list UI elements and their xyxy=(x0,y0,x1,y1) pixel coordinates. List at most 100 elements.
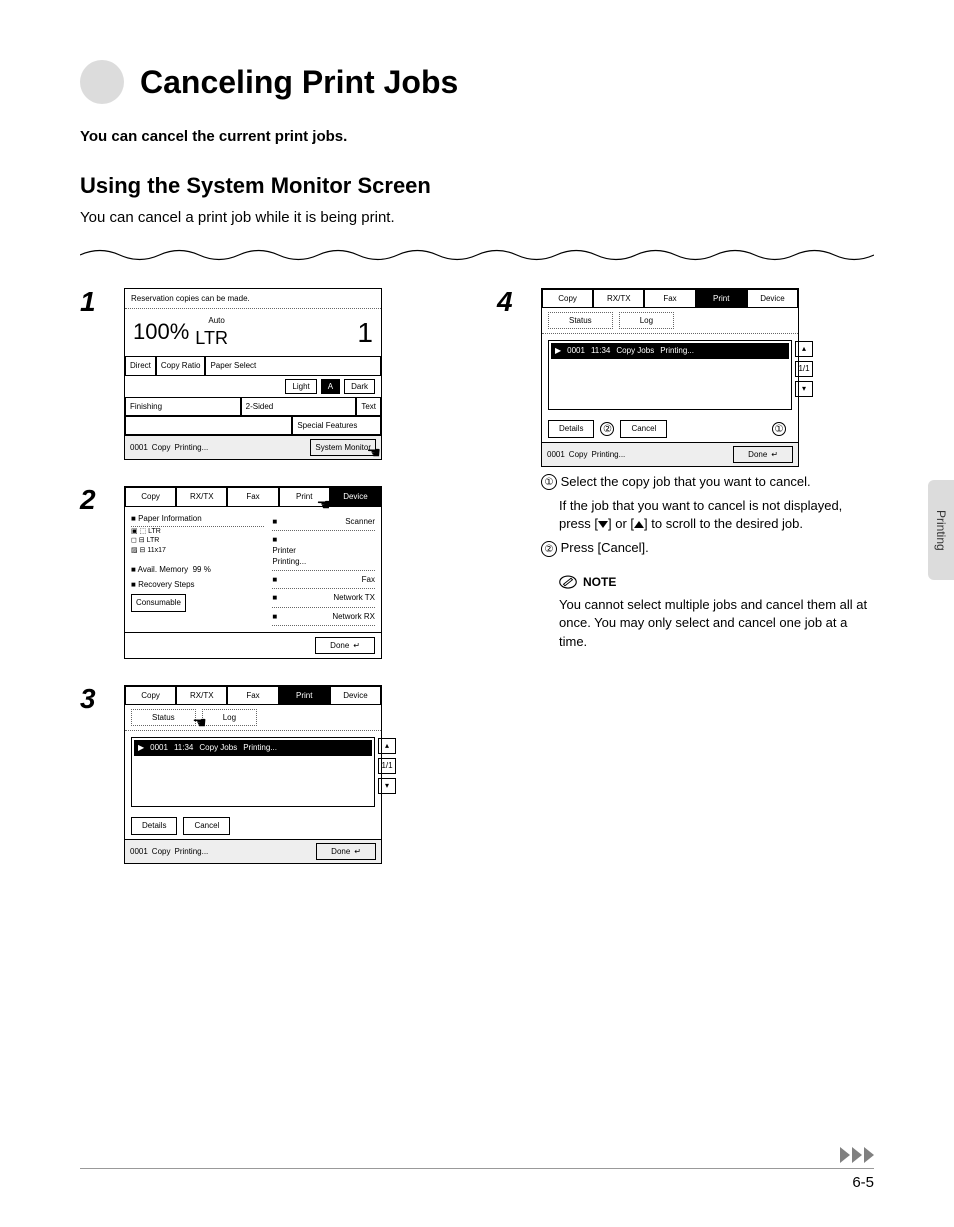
pointer-hand-icon: ☚ xyxy=(316,495,330,517)
s4-job-list: ▶ 0001 11:34 Copy Jobs Printing... ▴ 1/1… xyxy=(548,340,792,410)
s1-sysmon-label: System Monitor xyxy=(315,443,371,452)
s4-job-state: Printing... xyxy=(660,345,694,356)
s2-done-label: Done xyxy=(330,640,349,651)
s3-job-marker: ▶ xyxy=(138,742,144,753)
s3-tab-fax[interactable]: Fax xyxy=(227,686,278,705)
s3-job-row[interactable]: ▶ 0001 11:34 Copy Jobs Printing... xyxy=(134,740,372,755)
s4-tab-fax[interactable]: Fax xyxy=(644,289,695,308)
s2-paper-2: ◻ ⊟ LTR xyxy=(131,536,264,546)
note-text: You cannot select multiple jobs and canc… xyxy=(559,596,874,651)
s2-consumable-button[interactable]: Consumable xyxy=(131,594,186,611)
s3-job-time: 11:34 xyxy=(174,742,193,753)
s1-special[interactable]: Special Features xyxy=(292,416,381,435)
side-tab-printing: Printing xyxy=(928,480,954,580)
screenshot-3: Copy RX/TX Fax Print Device Status ☚ Log xyxy=(124,685,382,864)
footer-rule xyxy=(80,1168,874,1169)
s3-subtab-status[interactable]: Status ☚ xyxy=(131,709,196,726)
s4-scroll-down[interactable]: ▾ xyxy=(795,381,813,397)
step-number-1: 1 xyxy=(80,288,108,464)
s4-scroll-up[interactable]: ▴ xyxy=(795,341,813,357)
s3-page-indicator: 1/1 xyxy=(378,758,396,774)
s4-tab-device[interactable]: Device xyxy=(747,289,798,308)
s2-tab-print[interactable]: Print ☚ xyxy=(279,487,330,506)
s2-avail-pct: 99 % xyxy=(193,565,211,574)
s2-tab-device[interactable]: Device xyxy=(330,487,381,506)
s4-subtab-log[interactable]: Log xyxy=(619,312,674,329)
screenshot-1: Reservation copies can be made. 100% Aut… xyxy=(124,288,382,460)
section-heading: Using the System Monitor Screen xyxy=(80,173,874,199)
s4-tab-print[interactable]: Print xyxy=(696,289,747,308)
s2-avail-mem: Avail. Memory xyxy=(138,565,189,574)
s2-fax: Fax xyxy=(362,574,375,585)
s1-dark[interactable]: Dark xyxy=(344,379,375,394)
s4-cancel-button[interactable]: Cancel xyxy=(620,420,667,437)
s4-tab-copy[interactable]: Copy xyxy=(542,289,593,308)
s4-job-time: 11:34 xyxy=(591,345,610,356)
s1-status-mode: Copy xyxy=(152,442,171,453)
s3-tab-rxtx[interactable]: RX/TX xyxy=(176,686,227,705)
pager-triangle-icon xyxy=(840,1147,850,1163)
s1-status-num: 0001 xyxy=(130,442,148,453)
s3-subtab-status-label: Status xyxy=(152,713,175,722)
s4-done-button[interactable]: Done ↵ xyxy=(733,446,793,463)
s1-ltr: LTR xyxy=(195,326,228,351)
triangle-up-icon xyxy=(634,521,644,528)
s3-cancel-button[interactable]: Cancel xyxy=(183,817,230,834)
s2-tab-copy[interactable]: Copy xyxy=(125,487,176,506)
s3-tab-print[interactable]: Print xyxy=(279,686,330,705)
subtitle: You can cancel the current print jobs. xyxy=(80,128,874,145)
s1-copyratio[interactable]: Copy Ratio xyxy=(156,356,206,375)
s1-direct[interactable]: Direct xyxy=(125,356,156,375)
s1-finishing[interactable]: Finishing xyxy=(125,397,241,416)
page-number: 6-5 xyxy=(852,1174,874,1191)
s2-done-button[interactable]: Done ↵ xyxy=(315,637,375,654)
s1-paperselect[interactable]: Paper Select xyxy=(205,356,381,375)
screenshot-4: Copy RX/TX Fax Print Device Status Log xyxy=(541,288,799,467)
s3-status-num: 0001 xyxy=(130,846,148,857)
step-number-3: 3 xyxy=(80,685,108,868)
s4-subtab-status[interactable]: Status xyxy=(548,312,613,329)
callout-1-marker: ① xyxy=(772,422,786,436)
s3-details-button[interactable]: Details xyxy=(131,817,177,834)
s4-status-mode: Copy xyxy=(569,449,588,460)
s4-tab-rxtx[interactable]: RX/TX xyxy=(593,289,644,308)
screenshot-2: Copy RX/TX Fax Print ☚ Device ■ Paper I xyxy=(124,486,382,659)
s3-done-button[interactable]: Done ↵ xyxy=(316,843,376,860)
s1-topbar: Reservation copies can be made. xyxy=(125,289,381,309)
pager-triangle-icon xyxy=(864,1147,874,1163)
s1-2sided[interactable]: 2-Sided xyxy=(241,397,357,416)
s2-printer: Printer xyxy=(272,545,375,556)
s4-details-button[interactable]: Details xyxy=(548,420,594,437)
s2-tab-rxtx[interactable]: RX/TX xyxy=(176,487,227,506)
s3-scroll-up[interactable]: ▴ xyxy=(378,738,396,754)
s1-count: 1 xyxy=(357,313,373,352)
s1-auto: Auto xyxy=(208,315,224,326)
callout-1b-c: ] to scroll to the desired job. xyxy=(644,516,803,531)
s3-job-id: 0001 xyxy=(150,742,168,753)
s2-printer-state: Printing... xyxy=(272,556,375,567)
s3-tab-copy[interactable]: Copy xyxy=(125,686,176,705)
s1-system-monitor-button[interactable]: System Monitor ☚ xyxy=(310,439,376,456)
s4-job-marker: ▶ xyxy=(555,345,561,356)
triangle-down-icon xyxy=(598,521,608,528)
callout-2-marker: ② xyxy=(600,422,614,436)
callout-2-text: Press [Cancel]. xyxy=(561,540,649,555)
callout-1b-b: ] or [ xyxy=(608,516,634,531)
s2-tab-fax[interactable]: Fax xyxy=(227,487,278,506)
s3-tab-device[interactable]: Device xyxy=(330,686,381,705)
s3-scroll-down[interactable]: ▾ xyxy=(378,778,396,794)
s2-paper-1: ▣ ⬚ LTR xyxy=(131,527,264,537)
s1-light[interactable]: Light xyxy=(285,379,316,394)
s3-status-state: Printing... xyxy=(174,846,208,857)
step-number-4: 4 xyxy=(497,288,525,651)
callout-2-num: ② xyxy=(541,541,557,557)
s4-job-row[interactable]: ▶ 0001 11:34 Copy Jobs Printing... xyxy=(551,343,789,358)
s1-a[interactable]: A xyxy=(321,379,340,394)
s3-subtab-log[interactable]: Log xyxy=(202,709,257,726)
s1-status-state: Printing... xyxy=(174,442,208,453)
pager-arrows xyxy=(840,1147,874,1163)
note-label: NOTE xyxy=(583,574,616,591)
s2-tab-print-label: Print xyxy=(296,492,312,501)
s1-text[interactable]: Text xyxy=(356,397,381,416)
s2-net-tx: Network TX xyxy=(333,592,375,603)
